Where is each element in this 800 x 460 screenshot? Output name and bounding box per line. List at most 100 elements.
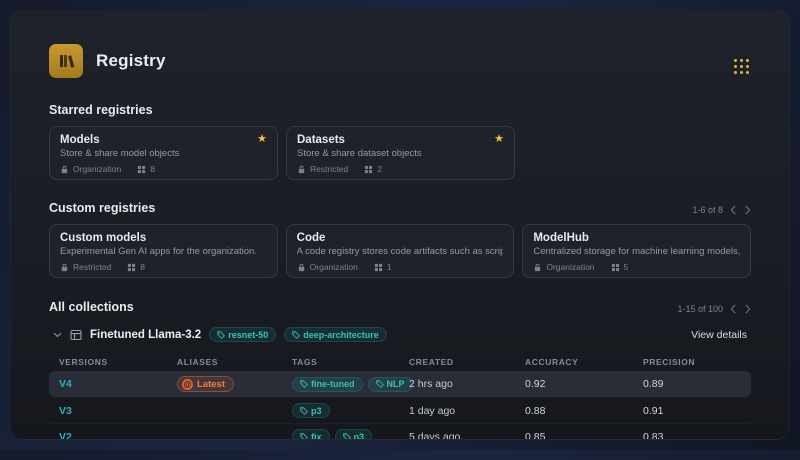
view-details-link[interactable]: View details — [691, 329, 747, 341]
grid-icon — [127, 263, 136, 272]
card-description: Store & share dataset objects — [297, 148, 504, 159]
card-visibility: Restricted — [310, 164, 348, 174]
card-title: ModelHub — [533, 232, 589, 244]
custom-pagination: 1-6 of 8 — [692, 205, 723, 215]
page-header: Registry — [49, 11, 751, 78]
tag-label: NLP — [387, 379, 405, 389]
tag-icon — [217, 331, 225, 339]
col-accuracy: ACCURACY — [525, 357, 643, 367]
card-title: Code — [297, 232, 326, 244]
version-tag[interactable]: fine-tuned — [292, 377, 363, 392]
registry-card-modelhub[interactable]: ModelHub Centralized storage for machine… — [522, 224, 751, 278]
table-header-row: VERSIONS ALIASES TAGS CREATED ACCURACY P… — [49, 353, 751, 371]
accuracy-cell: 0.85 — [525, 431, 643, 441]
card-title: Models — [60, 134, 100, 146]
card-visibility: Restricted — [73, 262, 111, 272]
lock-icon — [60, 263, 69, 272]
version-tag[interactable]: fix — [292, 429, 330, 440]
collection-tag[interactable]: deep-architecture — [284, 327, 387, 342]
lock-icon — [297, 263, 306, 272]
page-title: Registry — [96, 51, 166, 71]
chevron-left-icon[interactable] — [730, 205, 737, 215]
card-count: 8 — [140, 262, 145, 272]
tag-label: deep-architecture — [303, 330, 379, 340]
tag-label: resnet-50 — [228, 330, 268, 340]
collection-tag[interactable]: resnet-50 — [209, 327, 276, 342]
table-row[interactable]: V4 @ Latest fine-tuned NLP — [49, 371, 751, 397]
col-aliases: ALIASES — [177, 357, 292, 367]
grid-icon — [611, 263, 620, 272]
collection-group-row: Finetuned Llama-3.2 resnet-50 deep-archi… — [49, 327, 751, 342]
chevron-down-icon[interactable] — [53, 332, 62, 338]
chevron-right-icon[interactable] — [744, 205, 751, 215]
custom-section-title: Custom registries — [49, 201, 155, 215]
created-cell: 5 days ago — [409, 431, 525, 441]
alias-label: Latest — [197, 379, 225, 390]
card-count: 8 — [150, 164, 155, 174]
tag-label: fix — [311, 432, 322, 441]
versions-table: VERSIONS ALIASES TAGS CREATED ACCURACY P… — [49, 353, 751, 440]
card-title: Custom models — [60, 232, 146, 244]
card-count: 1 — [387, 262, 392, 272]
chevron-right-icon[interactable] — [744, 304, 751, 314]
star-icon[interactable]: ★ — [494, 134, 504, 145]
registry-card-custom-models[interactable]: Custom models Experimental Gen AI apps f… — [49, 224, 278, 278]
books-icon — [57, 52, 75, 70]
accuracy-cell: 0.88 — [525, 405, 643, 417]
accuracy-cell: 0.92 — [525, 378, 643, 390]
col-precision: PRECISION — [643, 357, 741, 367]
alias-badge-latest[interactable]: @ Latest — [177, 376, 234, 392]
created-cell: 2 hrs ago — [409, 378, 525, 390]
at-icon: @ — [182, 379, 193, 390]
precision-cell: 0.83 — [643, 431, 741, 441]
star-icon[interactable]: ★ — [257, 134, 267, 145]
card-visibility: Organization — [73, 164, 121, 174]
dots-grid-menu-icon[interactable] — [734, 59, 749, 74]
tag-icon — [300, 407, 308, 415]
registry-card-datasets[interactable]: Datasets ★ Store & share dataset objects… — [286, 126, 515, 180]
version-link[interactable]: V3 — [59, 405, 177, 417]
precision-cell: 0.89 — [643, 378, 741, 390]
starred-section-title: Starred registries — [49, 103, 153, 117]
card-description: Experimental Gen AI apps for the organiz… — [60, 246, 267, 257]
grid-icon — [374, 263, 383, 272]
card-visibility: Organization — [546, 262, 594, 272]
collections-section-title: All collections — [49, 300, 134, 314]
collections-pagination: 1-15 of 100 — [677, 304, 723, 314]
chevron-left-icon[interactable] — [730, 304, 737, 314]
lock-icon — [60, 165, 69, 174]
grid-icon — [137, 165, 146, 174]
card-count: 5 — [624, 262, 629, 272]
registry-card-models[interactable]: Models ★ Store & share model objects Org… — [49, 126, 278, 180]
registry-card-code[interactable]: Code A code registry stores code artifac… — [286, 224, 515, 278]
lock-icon — [533, 263, 542, 272]
col-created: CREATED — [409, 357, 525, 367]
tag-icon — [343, 433, 351, 441]
version-link[interactable]: V2 — [59, 431, 177, 441]
version-tag[interactable]: NLP — [368, 377, 413, 392]
card-title: Datasets — [297, 134, 345, 146]
col-versions: VERSIONS — [59, 357, 177, 367]
precision-cell: 0.91 — [643, 405, 741, 417]
collection-icon — [70, 329, 82, 341]
version-tag[interactable]: p3 — [292, 403, 330, 418]
version-tag[interactable]: p3 — [335, 429, 373, 440]
version-link[interactable]: V4 — [59, 378, 177, 390]
tag-icon — [300, 380, 308, 388]
lock-icon — [297, 165, 306, 174]
card-description: Centralized storage for machine learning… — [533, 246, 740, 257]
card-count: 2 — [377, 164, 382, 174]
tag-icon — [300, 433, 308, 441]
created-cell: 1 day ago — [409, 405, 525, 417]
table-row[interactable]: V2 fix p3 5 days ago 0.85 0.83 — [49, 423, 751, 440]
card-description: Store & share model objects — [60, 148, 267, 159]
tag-label: p3 — [311, 406, 322, 416]
card-description: A code registry stores code artifacts su… — [297, 246, 504, 257]
table-row[interactable]: V3 p3 1 day ago 0.88 0.91 — [49, 397, 751, 423]
collection-name[interactable]: Finetuned Llama-3.2 — [90, 329, 201, 341]
card-visibility: Organization — [310, 262, 358, 272]
tag-icon — [376, 380, 384, 388]
registry-app-icon — [49, 44, 83, 78]
col-tags: TAGS — [292, 357, 409, 367]
tag-label: fine-tuned — [311, 379, 355, 389]
